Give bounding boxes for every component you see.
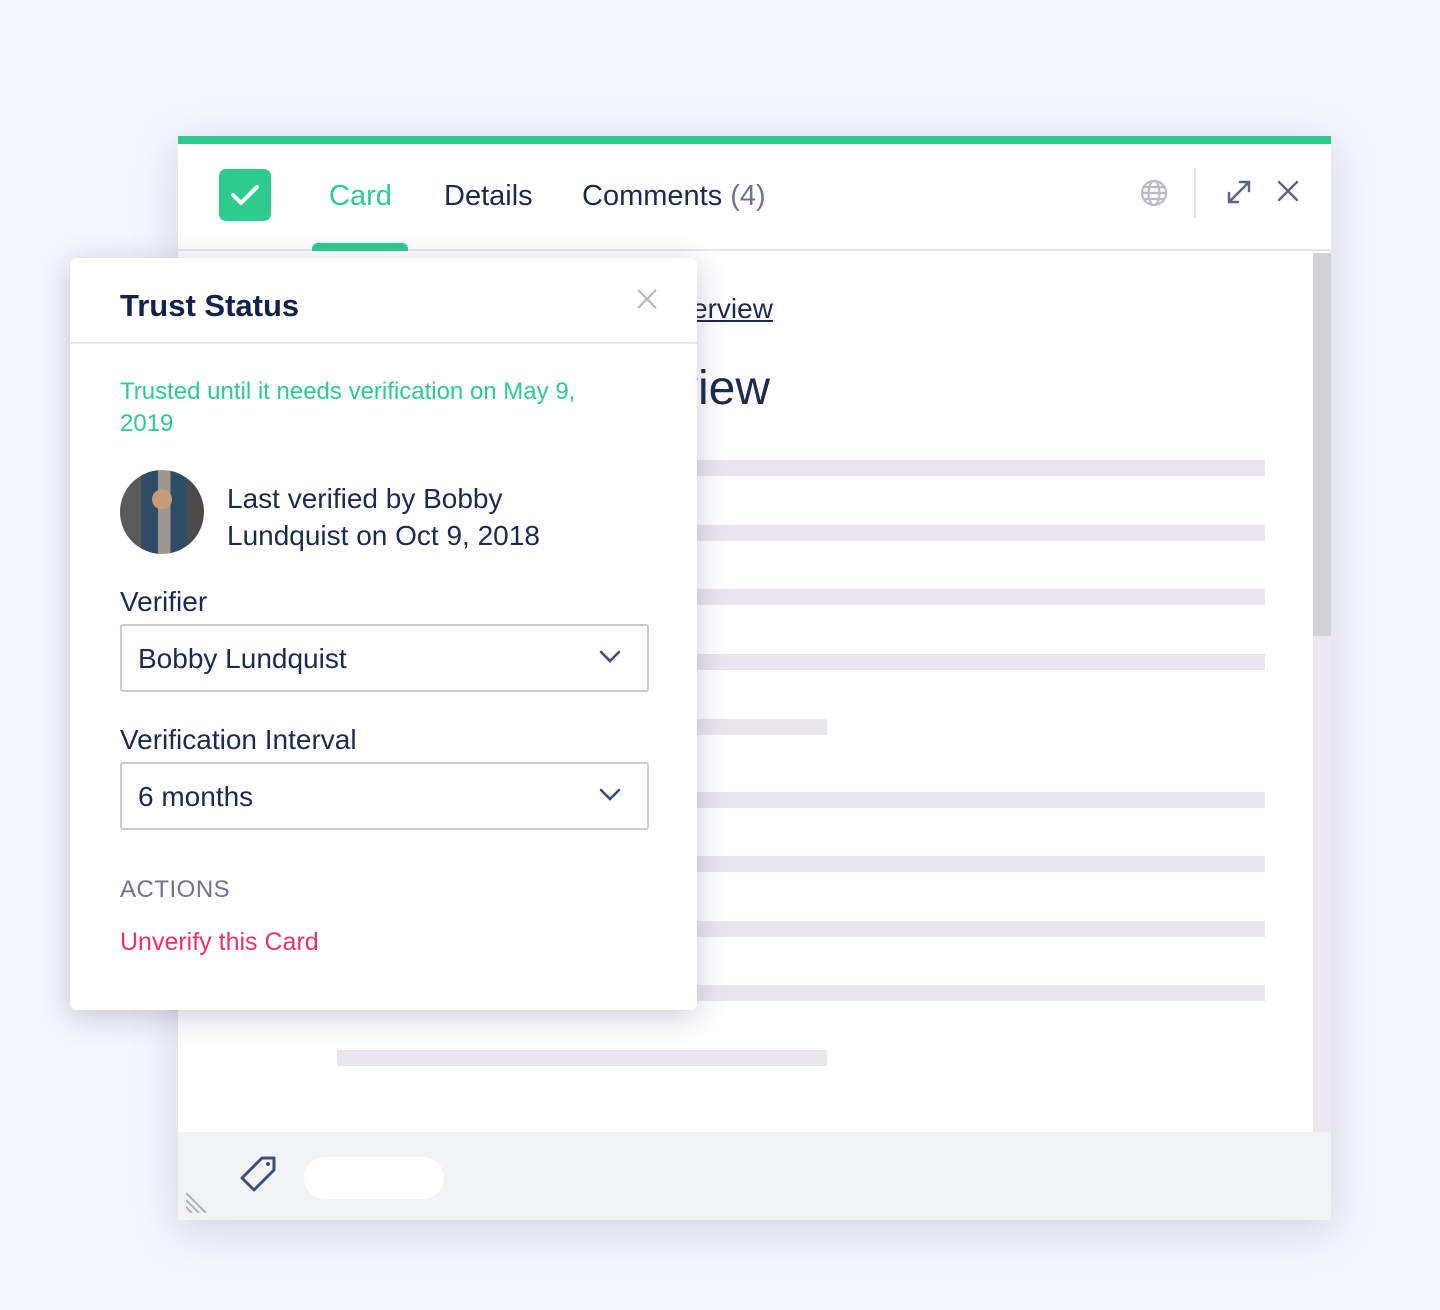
tab-card[interactable]: Card bbox=[329, 180, 392, 213]
interval-value: 6 months bbox=[138, 781, 254, 812]
chevron-down-icon bbox=[599, 788, 621, 801]
scrollbar-thumb[interactable] bbox=[1313, 253, 1331, 636]
text-placeholder bbox=[337, 1050, 827, 1066]
tag-icon[interactable] bbox=[238, 1154, 278, 1194]
comment-count: (4) bbox=[730, 180, 766, 212]
resize-handle-icon[interactable] bbox=[186, 1187, 214, 1213]
verifier-select[interactable]: Bobby Lundquist bbox=[120, 624, 649, 692]
tab-comments[interactable]: Comments (4) bbox=[582, 180, 766, 213]
card-header: Card Details Comments (4) bbox=[178, 144, 1331, 251]
status-bar bbox=[178, 136, 1331, 144]
card-footer bbox=[178, 1132, 1331, 1220]
chevron-down-icon bbox=[599, 650, 621, 663]
verifier-value: Bobby Lundquist bbox=[138, 643, 347, 674]
verifier-label: Verifier bbox=[120, 586, 208, 617]
interval-label: Verification Interval bbox=[120, 724, 357, 755]
header-divider bbox=[1194, 168, 1196, 218]
popover-divider bbox=[70, 342, 697, 344]
close-icon[interactable] bbox=[1276, 179, 1300, 203]
tab-details[interactable]: Details bbox=[444, 180, 533, 213]
trust-status-popover: Trust Status Trusted until it needs veri… bbox=[70, 258, 697, 1010]
active-tab-indicator bbox=[312, 243, 408, 251]
trusted-until-text: Trusted until it needs verification on M… bbox=[120, 378, 576, 437]
actions-heading: ACTIONS bbox=[120, 876, 231, 903]
globe-icon[interactable] bbox=[1139, 178, 1169, 208]
tab-comments-label: Comments bbox=[582, 180, 723, 212]
close-icon[interactable] bbox=[636, 288, 658, 310]
checkmark-icon bbox=[231, 185, 259, 205]
unverify-card-link[interactable]: Unverify this Card bbox=[120, 928, 319, 957]
avatar bbox=[120, 470, 204, 554]
interval-select[interactable]: 6 months bbox=[120, 762, 649, 830]
popover-title: Trust Status bbox=[120, 288, 300, 323]
last-verified-text: Last verified by Bobby Lundquist on Oct … bbox=[227, 483, 540, 551]
expand-icon[interactable] bbox=[1225, 178, 1253, 206]
tag-input[interactable] bbox=[304, 1157, 444, 1199]
verified-status-button[interactable] bbox=[219, 169, 271, 221]
